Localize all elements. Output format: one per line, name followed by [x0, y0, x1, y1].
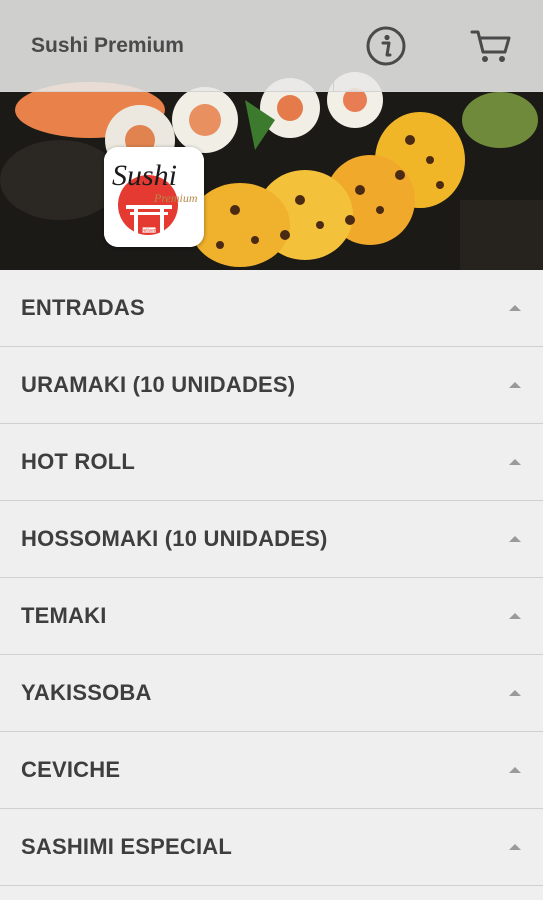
category-row-ceviche[interactable]: CEVICHE — [0, 732, 543, 809]
cart-icon — [470, 30, 511, 62]
category-label: SASHIMI ESPECIAL — [21, 834, 233, 859]
top-bar: Sushi Premium — [0, 0, 543, 92]
category-row-entradas[interactable]: ENTRADAS — [0, 270, 543, 347]
category-label: TEMAKI — [21, 603, 107, 628]
category-list: ENTRADAS URAMAKI (10 UNIDADES) HOT ROLL … — [0, 270, 543, 886]
logo-sub-text: Premium — [153, 191, 198, 205]
category-row-yakissoba[interactable]: YAKISSOBA — [0, 655, 543, 732]
category-row-temaki[interactable]: TEMAKI — [0, 578, 543, 655]
logo-tag-text: Delivery — [140, 228, 159, 234]
category-row-hot-roll[interactable]: HOT ROLL — [0, 424, 543, 501]
caret-up-icon — [509, 690, 521, 696]
category-row-sashimi-especial[interactable]: SASHIMI ESPECIAL — [0, 809, 543, 886]
app-screen: Sushi Premium Delivery Sushi Premium ENT… — [0, 0, 543, 900]
restaurant-logo: Delivery Sushi Premium — [104, 147, 204, 247]
category-label: URAMAKI (10 UNIDADES) — [21, 372, 296, 397]
info-icon — [366, 26, 406, 65]
caret-up-icon — [509, 536, 521, 542]
app-title: Sushi Premium — [31, 33, 184, 57]
category-label: HOT ROLL — [21, 449, 136, 474]
cart-button[interactable] — [438, 0, 543, 91]
category-label: HOSSOMAKI (10 UNIDADES) — [21, 526, 328, 551]
category-label: YAKISSOBA — [21, 680, 152, 705]
caret-up-icon — [509, 844, 521, 850]
logo-brand-text: Sushi — [112, 159, 177, 192]
caret-up-icon — [509, 382, 521, 388]
info-button[interactable] — [333, 0, 438, 91]
category-label: ENTRADAS — [21, 295, 145, 320]
caret-up-icon — [509, 613, 521, 619]
caret-up-icon — [509, 767, 521, 773]
header-banner: Sushi Premium Delivery Sushi Premium — [0, 0, 543, 270]
category-row-uramaki[interactable]: URAMAKI (10 UNIDADES) — [0, 347, 543, 424]
caret-up-icon — [509, 459, 521, 465]
category-label: CEVICHE — [21, 757, 121, 782]
logo-graphic: Delivery Sushi Premium — [104, 147, 204, 247]
category-row-hossomaki[interactable]: HOSSOMAKI (10 UNIDADES) — [0, 501, 543, 578]
caret-up-icon — [509, 305, 521, 311]
